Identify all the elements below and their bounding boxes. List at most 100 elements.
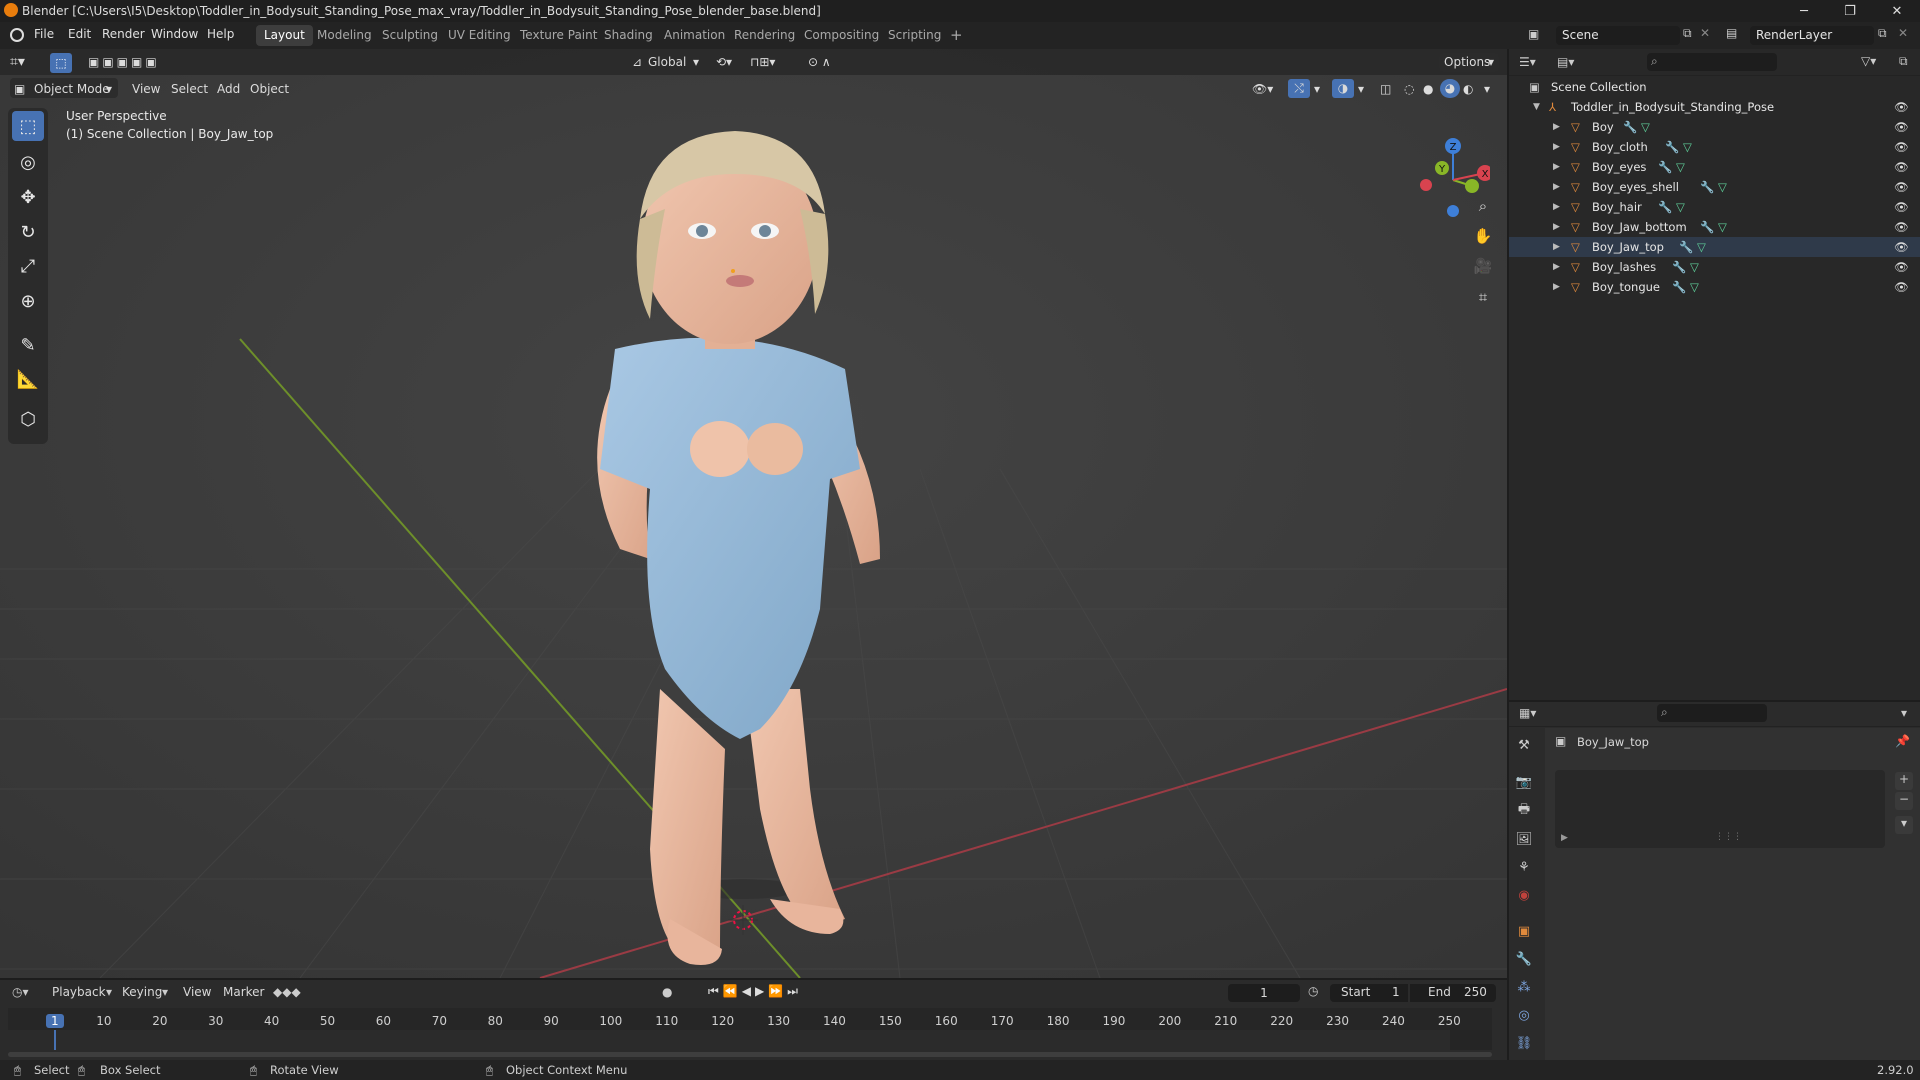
chevron-down-icon[interactable]: ▾ <box>693 53 699 72</box>
outliner-object-row[interactable]: ▶ ▽ Boy_eyes_shell 🔧 ▽ 👁 <box>1509 177 1920 197</box>
material-preview-shading-icon[interactable]: ◕ <box>1440 79 1460 98</box>
display-mode-icon[interactable]: ▤▾ <box>1557 55 1574 69</box>
visibility-eye-icon[interactable]: 👁 <box>1894 160 1909 174</box>
overlays-toggle-icon[interactable]: ◑ <box>1332 79 1354 98</box>
visibility-eye-icon[interactable]: 👁 <box>1894 180 1909 194</box>
modifier-icon[interactable]: 🔧 <box>1672 260 1686 274</box>
new-collection-icon[interactable]: ⧉ <box>1899 54 1908 69</box>
visibility-eye-icon[interactable]: 👁 <box>1894 260 1909 274</box>
list-resize-handle-icon[interactable]: ⋮⋮⋮ <box>1715 832 1742 842</box>
outliner-scene-collection[interactable]: ▣ Scene Collection <box>1509 77 1920 97</box>
outliner-object-row[interactable]: ▶ ▽ Boy_eyes 🔧 ▽ 👁 <box>1509 157 1920 177</box>
scene-name-field[interactable]: Scene <box>1556 26 1680 45</box>
menu-timeline-view[interactable]: View <box>183 985 211 999</box>
modifier-icon[interactable]: 🔧 <box>1700 180 1714 194</box>
expand-arrow-icon[interactable]: ▼ <box>1533 102 1540 112</box>
mesh-data-icon[interactable]: ▽ <box>1676 200 1685 214</box>
tab-uv-editing[interactable]: UV Editing <box>440 25 519 46</box>
menu-render[interactable]: Render <box>102 27 145 41</box>
camera-view-icon[interactable]: 🎥 <box>1470 253 1496 279</box>
expand-arrow-icon[interactable]: ▶ <box>1553 142 1560 152</box>
scene-properties-tab-icon[interactable]: ⚘ <box>1513 856 1535 878</box>
expand-arrow-icon[interactable]: ▶ <box>1553 282 1560 292</box>
wireframe-shading-icon[interactable]: ◌ <box>1404 80 1414 99</box>
xray-toggle-icon[interactable]: ◫ <box>1380 80 1391 99</box>
outliner-object-row[interactable]: ▶ ▽ Boy_tongue 🔧 ▽ 👁 <box>1509 277 1920 297</box>
visibility-eye-icon[interactable]: 👁 <box>1894 120 1909 134</box>
expand-arrow-icon[interactable]: ▶ <box>1553 182 1560 192</box>
menu-file[interactable]: File <box>34 27 54 41</box>
gizmo-dropdown-icon[interactable]: ▾ <box>1314 80 1320 99</box>
annotate-tool-icon[interactable]: ✎ <box>12 330 44 360</box>
tab-shading[interactable]: Shading <box>596 25 661 46</box>
properties-search-input[interactable] <box>1657 704 1767 722</box>
editor-type-icon[interactable]: ⌗▾ <box>10 53 25 72</box>
menu-playback[interactable]: Playback <box>52 985 106 999</box>
object-properties-tab-icon[interactable]: ▣ <box>1513 920 1535 942</box>
add-cube-tool-icon[interactable]: ⬡ <box>12 404 44 434</box>
physics-properties-tab-icon[interactable]: ◎ <box>1513 1004 1535 1026</box>
new-view-layer-icon[interactable]: ⧉ <box>1878 26 1887 41</box>
minimize-button[interactable]: ─ <box>1781 0 1827 22</box>
tab-scripting[interactable]: Scripting <box>880 25 949 46</box>
menu-edit[interactable]: Edit <box>68 27 91 41</box>
outliner-object-row[interactable]: ▶ ▽ Boy_Jaw_top 🔧 ▽ 👁 <box>1509 237 1920 257</box>
visibility-eye-icon[interactable]: 👁 <box>1894 220 1909 234</box>
particles-properties-tab-icon[interactable]: ⁂ <box>1513 976 1535 998</box>
outliner-object-row[interactable]: ▶ ▽ Boy_hair 🔧 ▽ 👁 <box>1509 197 1920 217</box>
modifier-icon[interactable]: 🔧 <box>1623 120 1637 134</box>
remove-slot-button[interactable]: − <box>1895 792 1913 810</box>
tool-properties-tab-icon[interactable]: ⚒ <box>1513 734 1535 756</box>
properties-editor-type-icon[interactable]: ▦▾ <box>1519 706 1536 720</box>
modifier-icon[interactable]: 🔧 <box>1658 160 1672 174</box>
outliner-search-input[interactable] <box>1647 53 1777 71</box>
menu-marker[interactable]: Marker <box>223 985 264 999</box>
select-mode-icon[interactable]: ⬚ <box>50 53 72 73</box>
rotate-tool-icon[interactable]: ↻ <box>12 217 44 247</box>
new-scene-icon[interactable]: ⧉ <box>1683 26 1692 41</box>
transform-tool-icon[interactable]: ⊕ <box>12 286 44 316</box>
menu-object[interactable]: Object <box>250 80 289 99</box>
expand-arrow-icon[interactable]: ▶ <box>1553 242 1560 252</box>
modifier-icon[interactable]: 🔧 <box>1665 140 1679 154</box>
pivot-point-icon[interactable]: ⟲▾ <box>716 53 732 72</box>
expand-arrow-icon[interactable]: ▶ <box>1553 162 1560 172</box>
visibility-icon[interactable]: 👁▾ <box>1252 80 1273 99</box>
tab-texture-paint[interactable]: Texture Paint <box>512 25 605 46</box>
timeline-editor-type-icon[interactable]: ◷▾ <box>12 985 29 999</box>
scene-browse-icon[interactable]: ▣ <box>1528 27 1539 41</box>
outliner-editor-type-icon[interactable]: ☰▾ <box>1519 55 1536 69</box>
keyframe-icons[interactable]: ◆◆◆ <box>273 985 301 999</box>
mesh-data-icon[interactable]: ▽ <box>1718 220 1727 234</box>
mesh-data-icon[interactable]: ▽ <box>1683 140 1692 154</box>
mesh-data-icon[interactable]: ▽ <box>1690 260 1699 274</box>
mesh-data-icon[interactable]: ▽ <box>1718 180 1727 194</box>
tab-sculpting[interactable]: Sculpting <box>374 25 446 46</box>
slot-specials-button[interactable]: ▾ <box>1895 816 1913 834</box>
menu-add[interactable]: Add <box>217 80 240 99</box>
measure-tool-icon[interactable]: 📐 <box>12 364 44 394</box>
pin-icon[interactable]: 📌 <box>1895 734 1910 748</box>
expand-arrow-icon[interactable]: ▶ <box>1553 222 1560 232</box>
close-button[interactable]: ✕ <box>1874 0 1920 22</box>
zoom-icon[interactable]: ⌕ <box>1470 193 1496 219</box>
perspective-toggle-icon[interactable]: ⌗ <box>1470 284 1496 310</box>
tab-compositing[interactable]: Compositing <box>796 25 887 46</box>
outliner-collection-row[interactable]: ▼ ⅄ Toddler_in_Bodysuit_Standing_Pose 👁 <box>1509 97 1920 117</box>
list-expand-icon[interactable]: ▶ <box>1561 833 1568 843</box>
transform-orientation-icon[interactable]: ⊿ <box>632 53 642 72</box>
visibility-eye-icon[interactable]: 👁 <box>1894 240 1909 254</box>
cursor-tool-icon[interactable]: ◎ <box>12 147 44 177</box>
visibility-eye-icon[interactable]: 👁 <box>1894 140 1909 154</box>
shading-dropdown-icon[interactable]: ▾ <box>1484 80 1490 99</box>
select-box-tool-icon[interactable]: ⬚ <box>12 111 44 141</box>
blender-menu-icon[interactable] <box>10 28 24 42</box>
expand-arrow-icon[interactable]: ▶ <box>1553 262 1560 272</box>
modifier-icon[interactable]: 🔧 <box>1658 200 1672 214</box>
current-frame-indicator[interactable]: 1 <box>46 1014 64 1028</box>
outliner-object-row[interactable]: ▶ ▽ Boy_cloth 🔧 ▽ 👁 <box>1509 137 1920 157</box>
delete-scene-icon[interactable]: ✕ <box>1700 26 1710 40</box>
mesh-data-icon[interactable]: ▽ <box>1697 240 1706 254</box>
view-layer-browse-icon[interactable]: ▤ <box>1726 26 1737 40</box>
outliner-object-row[interactable]: ▶ ▽ Boy_lashes 🔧 ▽ 👁 <box>1509 257 1920 277</box>
